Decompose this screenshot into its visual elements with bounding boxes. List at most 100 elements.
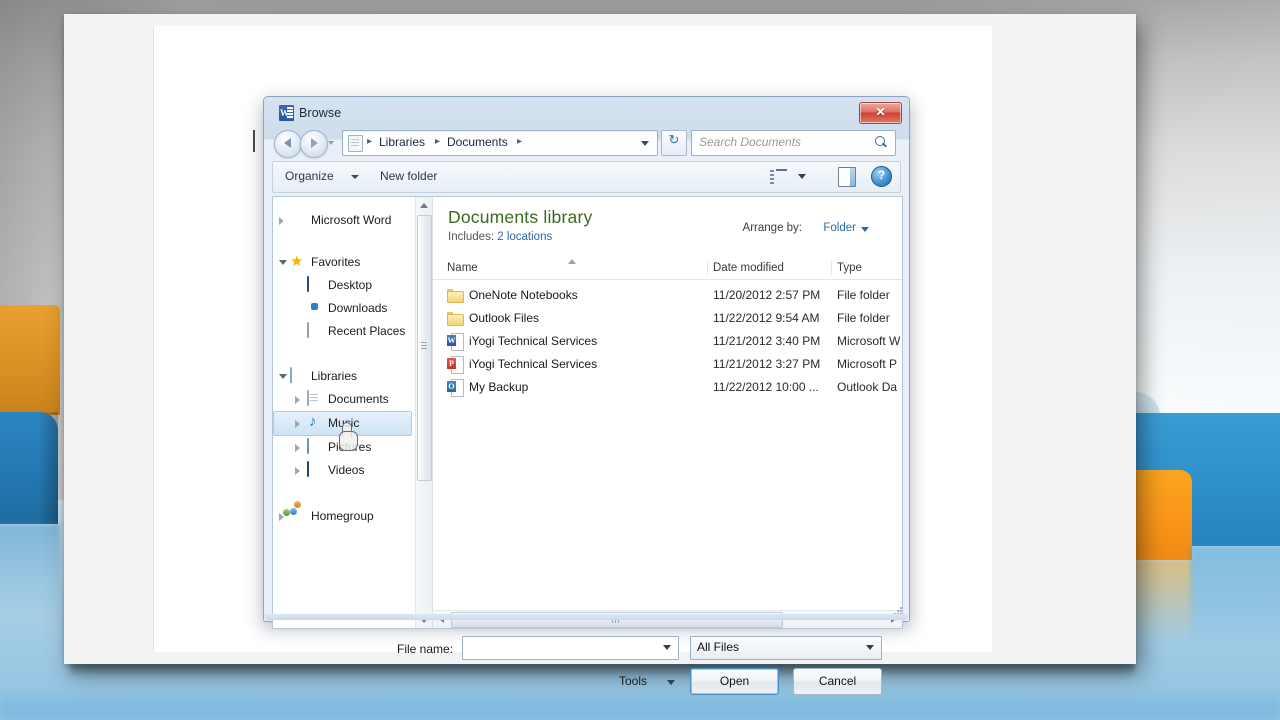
library-includes: Includes: 2 locations	[448, 231, 552, 243]
file-name-label: File name:	[397, 642, 454, 656]
address-bar[interactable]: ▸ Libraries ▸ Documents ▸	[342, 130, 658, 156]
column-divider[interactable]	[831, 261, 832, 276]
history-chevron-down-icon[interactable]	[328, 141, 334, 145]
navigation-tree[interactable]: Microsoft Word ★ Favorites Desktop Downl…	[273, 197, 416, 528]
refresh-button[interactable]	[661, 130, 687, 156]
sidebar-item-downloads[interactable]: Downloads	[273, 297, 416, 320]
sidebar-item-libraries[interactable]: Libraries	[273, 365, 416, 388]
column-header-date-modified[interactable]: Date modified	[713, 262, 784, 274]
dialog-bottom-strip	[265, 614, 908, 620]
chevron-right-icon[interactable]	[295, 444, 300, 452]
sidebar-item-videos[interactable]: Videos	[273, 459, 416, 482]
column-header-type[interactable]: Type	[837, 262, 862, 274]
sidebar-item-homegroup[interactable]: Homegroup	[273, 501, 416, 528]
sidebar-item-label: Homegroup	[311, 509, 374, 523]
back-button[interactable]	[274, 130, 302, 158]
cancel-button[interactable]: Cancel	[793, 668, 882, 695]
filter-chevron-down-icon[interactable]	[866, 645, 874, 650]
table-row[interactable]: OneNote Notebooks 11/20/2012 2:57 PM Fil…	[433, 284, 902, 307]
file-name: OneNote Notebooks	[469, 288, 578, 302]
file-name: Outlook Files	[469, 311, 540, 325]
window-title: Browse	[299, 106, 342, 120]
column-header-row[interactable]: Name Date modified Type	[433, 259, 902, 280]
address-chevron-down-icon[interactable]	[641, 141, 649, 146]
address-bar-row[interactable]: ▸ Libraries ▸ Documents ▸ Search Documen…	[264, 129, 909, 159]
chevron-right-icon[interactable]	[295, 396, 300, 404]
tools-button[interactable]: Tools	[619, 674, 647, 688]
file-name-input[interactable]	[462, 636, 679, 660]
view-list-icon[interactable]	[770, 169, 788, 184]
sidebar-item-music[interactable]: Music	[273, 411, 412, 436]
browse-dialog[interactable]: Browse ✕ ▸ Libraries ▸ Documents ▸ Searc…	[263, 96, 910, 695]
chevron-right-icon[interactable]	[295, 467, 300, 475]
file-type: File folder	[837, 311, 890, 325]
sidebar-item-label: Documents	[328, 392, 389, 406]
file-name-chevron-down-icon[interactable]	[663, 645, 671, 650]
search-input[interactable]: Search Documents	[691, 130, 896, 156]
file-list-pane[interactable]: Documents library Includes: 2 locations …	[433, 197, 902, 628]
word-icon	[279, 105, 294, 121]
forward-button[interactable]	[300, 130, 328, 158]
sidebar-item-recent-places[interactable]: Recent Places	[273, 320, 416, 343]
search-placeholder: Search Documents	[699, 135, 802, 149]
organize-chevron-down-icon[interactable]	[351, 175, 359, 179]
close-icon: ✕	[875, 105, 886, 119]
title-bar[interactable]: Browse ✕	[264, 97, 909, 129]
search-icon[interactable]	[874, 135, 888, 150]
videos-icon	[307, 461, 309, 477]
includes-locations-link[interactable]: 2 locations	[497, 231, 552, 243]
sidebar-item-microsoft-word[interactable]: Microsoft Word	[273, 209, 416, 232]
new-folder-button[interactable]: New folder	[380, 169, 437, 183]
scroll-up-icon[interactable]	[416, 197, 432, 213]
chevron-down-icon[interactable]	[279, 260, 287, 269]
sidebar-item-desktop[interactable]: Desktop	[273, 274, 416, 297]
breadcrumb-libraries[interactable]: Libraries	[379, 135, 425, 149]
decor-reflection-blue-right	[1190, 546, 1280, 646]
close-button[interactable]: ✕	[859, 102, 902, 124]
sidebar-item-label: Recent Places	[328, 324, 406, 338]
command-bar[interactable]: Organize New folder	[272, 161, 901, 193]
breadcrumb-documents[interactable]: Documents	[447, 135, 508, 149]
column-divider[interactable]	[707, 261, 708, 276]
file-type: Microsoft W	[837, 334, 901, 348]
table-row[interactable]: iYogi Technical Services 11/21/2012 3:27…	[433, 353, 902, 376]
sidebar-item-pictures[interactable]: Pictures	[273, 436, 416, 459]
chevron-down-icon[interactable]	[279, 374, 287, 383]
tools-chevron-down-icon[interactable]	[667, 680, 675, 685]
file-name: iYogi Technical Services	[469, 357, 598, 371]
file-name: iYogi Technical Services	[469, 334, 598, 348]
sidebar-item-documents[interactable]: Documents	[273, 388, 416, 411]
scrollbar-thumb[interactable]	[417, 215, 432, 481]
table-row[interactable]: iYogi Technical Services 11/21/2012 3:40…	[433, 330, 902, 353]
sort-ascending-icon	[568, 259, 576, 264]
sidebar-item-favorites[interactable]: ★ Favorites	[273, 251, 416, 274]
breadcrumb-separator-0: ▸	[367, 136, 373, 147]
arrange-by-value[interactable]: Folder	[823, 222, 856, 234]
page-title: Documents library	[448, 207, 593, 227]
open-button[interactable]: Open	[690, 668, 779, 695]
chevron-right-icon[interactable]	[295, 420, 300, 428]
table-row[interactable]: My Backup 11/22/2012 10:00 ... Outlook D…	[433, 376, 902, 399]
preview-pane-icon[interactable]	[838, 167, 856, 187]
navigation-pane[interactable]: Microsoft Word ★ Favorites Desktop Downl…	[273, 197, 433, 628]
file-name: My Backup	[469, 380, 529, 394]
forward-arrow-icon	[311, 138, 318, 148]
navigation-scrollbar[interactable]	[415, 197, 432, 628]
table-row[interactable]: Outlook Files 11/22/2012 9:54 AM File fo…	[433, 307, 902, 330]
sidebar-item-label: Music	[328, 416, 360, 430]
view-chevron-down-icon[interactable]	[798, 174, 806, 179]
file-date: 11/20/2012 2:57 PM	[713, 288, 821, 302]
documents-icon	[307, 390, 309, 406]
back-arrow-icon	[284, 138, 291, 148]
pictures-icon	[307, 438, 309, 454]
column-header-name[interactable]: Name	[447, 262, 478, 274]
breadcrumb-separator-2: ▸	[517, 136, 523, 147]
sidebar-item-label: Desktop	[328, 278, 373, 292]
sidebar-item-label: Videos	[328, 463, 365, 477]
help-icon[interactable]	[871, 166, 892, 187]
organize-button[interactable]: Organize	[285, 169, 334, 183]
file-type: Outlook Da	[837, 380, 898, 394]
file-date: 11/21/2012 3:27 PM	[713, 357, 821, 371]
arrange-chevron-down-icon[interactable]	[861, 227, 869, 232]
file-type-filter-select[interactable]: All Files	[690, 636, 882, 660]
